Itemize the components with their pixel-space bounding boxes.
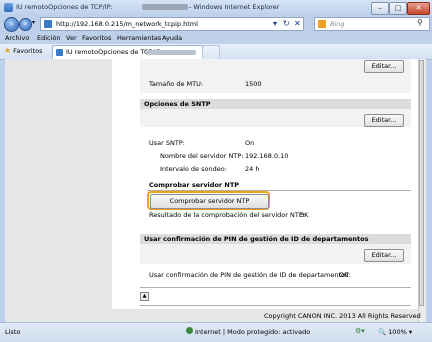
window-title: IU remotoOpciones de TCP/IP: <box>16 3 113 11</box>
security-zone-text: Internet | Modo protegido: activado <box>195 328 311 336</box>
sntp-edit-button[interactable]: Editar... <box>364 114 404 127</box>
tab-favicon-icon <box>56 49 63 56</box>
address-input[interactable]: http://192.168.0.215/m_network_tcpip.htm… <box>40 17 304 31</box>
address-url: http://192.168.0.215/m_network_tcpip.htm… <box>56 20 198 28</box>
polling-interval-label: Intervalo de sondeo: <box>160 165 227 173</box>
page-favicon-icon <box>44 20 52 28</box>
star-icon: ★ <box>4 46 12 55</box>
check-ntp-header: Comprobar servidor NTP <box>149 181 240 189</box>
pin-value: Off <box>339 271 349 279</box>
pin-edit-button[interactable]: Editar... <box>364 249 404 262</box>
page-top-icon[interactable]: ▲ <box>140 292 149 301</box>
history-dropdown-icon[interactable]: ▾ <box>32 19 35 26</box>
ntp-check-result-label: Resultado de la comprobación del servido… <box>149 211 305 219</box>
menu-ayuda[interactable]: Ayuda <box>162 34 182 42</box>
address-dropdown-icon[interactable]: ▾ <box>273 19 277 28</box>
ntp-server-label: Nombre del servidor NTP: <box>160 152 244 160</box>
stop-icon[interactable]: ✕ <box>294 19 301 28</box>
maximize-button[interactable]: □ <box>389 2 407 15</box>
ntp-server-value: 192.168.0.10 <box>245 152 289 160</box>
pin-label: Usar confirmación de PIN de gestión de I… <box>149 271 351 279</box>
scrollbar-thumb[interactable] <box>419 60 424 306</box>
redacted-tab-text <box>146 50 196 55</box>
bottom-divider <box>140 287 411 288</box>
title-bar: IU remotoOpciones de TCP/IP: - Windows I… <box>0 0 432 16</box>
mtu-value: 1500 <box>245 80 262 88</box>
status-bar: Listo Internet | Modo protegido: activad… <box>0 322 432 342</box>
minimize-button[interactable]: – <box>371 2 389 15</box>
menu-favoritos[interactable]: Favoritos <box>82 34 111 42</box>
internet-zone-icon <box>186 327 193 334</box>
search-placeholder: Bing <box>330 20 345 28</box>
ie-app-icon <box>4 3 13 12</box>
zoom-level[interactable]: 🔍 100% ▾ <box>378 328 412 336</box>
bing-icon <box>318 20 326 28</box>
menu-archivo[interactable]: Archivo <box>5 34 29 42</box>
zoom-value: 100% <box>388 328 407 336</box>
status-text: Listo <box>5 328 21 336</box>
menu-herramientas[interactable]: Herramientas <box>117 34 161 42</box>
sntp-use-label: Usar SNTP: <box>149 139 185 147</box>
favorites-bar: ★ Favoritos IU remotoOpciones de TCP/IP: <box>0 44 432 60</box>
footer-divider <box>140 305 411 306</box>
favorites-label: Favoritos <box>13 47 43 55</box>
sntp-use-value: On <box>245 139 255 147</box>
ntp-check-result-value: OK <box>299 211 309 219</box>
mtu-edit-button[interactable]: Editar... <box>364 60 404 73</box>
window-title-suffix: - Windows Internet Explorer <box>189 3 280 11</box>
back-button[interactable]: ‹ <box>4 17 19 32</box>
search-input[interactable]: Bing ⚲ <box>314 17 430 31</box>
tab-current[interactable]: IU remotoOpciones de TCP/IP: <box>52 45 203 59</box>
menu-bar: Archivo Edición Ver Favoritos Herramient… <box>0 33 432 44</box>
polling-interval-value: 24 h <box>245 165 260 173</box>
check-ntp-button[interactable]: Comprobar servidor NTP <box>150 194 269 209</box>
pin-header: Usar confirmación de PIN de gestión de I… <box>140 234 411 244</box>
copyright-text: Copyright CANON INC. 2013 All Rights Res… <box>264 312 421 320</box>
favorites-button[interactable]: ★ Favoritos <box>3 46 47 56</box>
close-button[interactable]: ✕ <box>407 2 430 15</box>
search-icon[interactable]: ⚲ <box>417 18 423 27</box>
new-tab-button[interactable] <box>202 45 220 59</box>
navigation-bar: ‹ › ▾ http://192.168.0.215/m_network_tcp… <box>0 16 432 32</box>
refresh-icon[interactable]: ↻ <box>283 19 290 28</box>
redacted-title-text <box>142 4 188 10</box>
menu-edicion[interactable]: Edición <box>37 34 61 42</box>
sntp-header: Opciones de SNTP <box>140 99 411 109</box>
forward-button[interactable]: › <box>19 18 32 31</box>
mtu-label: Tamaño de MTU: <box>149 80 204 88</box>
protected-mode-icon[interactable]: ⚙▾ <box>355 327 365 335</box>
menu-ver[interactable]: Ver <box>66 34 77 42</box>
